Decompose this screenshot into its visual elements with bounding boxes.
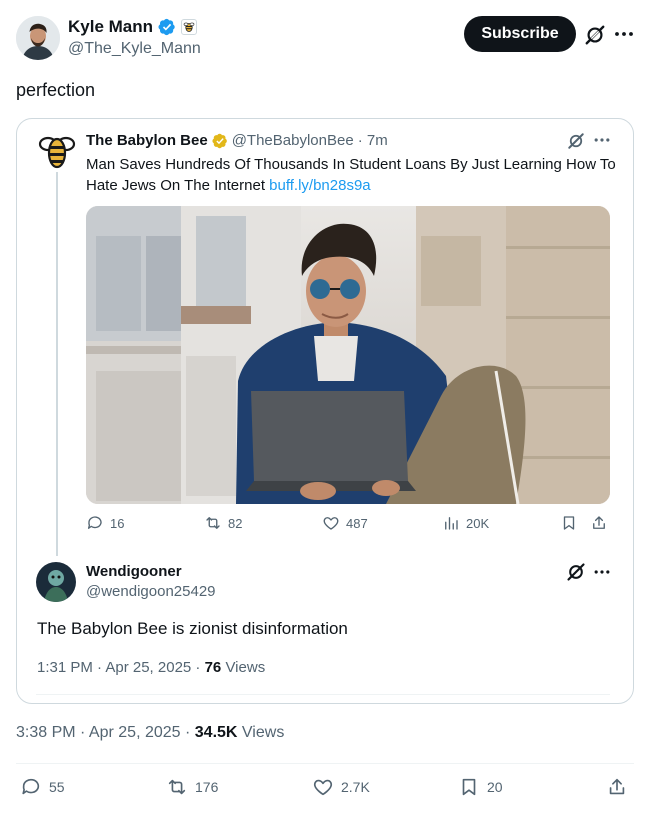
like-icon — [313, 779, 333, 796]
more-icon[interactable] — [612, 22, 636, 46]
share-icon — [609, 778, 625, 795]
babylon-bee-avatar[interactable] — [38, 132, 76, 170]
grok-icon[interactable] — [567, 132, 585, 150]
more-icon[interactable] — [592, 130, 612, 150]
card-divider — [36, 694, 610, 695]
tweet-text: perfection — [16, 80, 96, 100]
retweet-icon — [168, 779, 186, 795]
reply-meta: 1:31 PM · Apr 25, 2025 · 76 Views — [37, 659, 265, 676]
affiliate-bee-badge-icon[interactable] — [181, 19, 198, 35]
tweet-meta: 3:38 PM · Apr 25, 2025 · 34.5K Views — [16, 724, 284, 742]
views-icon — [445, 517, 458, 530]
thread-line — [56, 172, 58, 556]
quoted-header: The Babylon Bee @TheBabylonBee · 7m — [86, 132, 388, 149]
quoted-share-button[interactable] — [590, 514, 608, 532]
quoted-bookmark-button[interactable] — [560, 514, 578, 532]
retweet-count: 176 — [195, 779, 219, 795]
verified-badge-icon — [158, 18, 175, 36]
quoted-text: Man Saves Hundreds Of Thousands In Stude… — [86, 154, 616, 196]
quoted-like-count: 487 — [346, 515, 368, 531]
share-icon — [593, 516, 605, 529]
share-button[interactable] — [606, 776, 628, 798]
author-name-text[interactable]: Kyle Mann — [68, 17, 153, 37]
bookmark-icon — [462, 778, 476, 796]
quoted-author-handle[interactable]: @TheBabylonBee — [232, 132, 354, 149]
subscribe-button[interactable]: Subscribe — [464, 16, 576, 52]
quoted-time[interactable]: · 7m — [358, 132, 388, 149]
reply-author-handle[interactable]: @wendigoon25429 — [86, 583, 216, 600]
quoted-like-button[interactable]: 487 — [322, 514, 368, 532]
quoted-retweet-button[interactable]: 82 — [204, 514, 242, 532]
reply-views-label: Views — [225, 659, 266, 676]
more-icon[interactable] — [592, 562, 612, 582]
tweet-timestamp[interactable]: 3:38 PM · Apr 25, 2025 · — [16, 724, 195, 741]
quoted-retweet-count: 82 — [228, 515, 243, 531]
author-handle[interactable]: @The_Kyle_Mann — [68, 40, 201, 58]
retweet-icon — [206, 517, 220, 529]
bookmark-button[interactable]: 20 — [458, 776, 503, 798]
reply-timestamp[interactable]: 1:31 PM · Apr 25, 2025 · — [37, 659, 205, 676]
tweet-views-label: Views — [241, 724, 285, 741]
quoted-actions-bar: 16 82 487 20K — [86, 514, 616, 538]
author-name[interactable]: Kyle Mann — [68, 17, 198, 37]
bookmark-count: 20 — [487, 779, 503, 795]
retweet-button[interactable]: 176 — [166, 776, 218, 798]
divider — [16, 763, 634, 764]
tweet-views-count: 34.5K — [194, 724, 238, 741]
bookmark-icon — [563, 516, 575, 530]
reply-button[interactable]: 55 — [20, 776, 65, 798]
quoted-link[interactable]: buff.ly/bn28s9a — [269, 177, 370, 194]
tweet-actions-bar: 55 176 2.7K 20 — [16, 776, 634, 802]
reply-count: 55 — [49, 779, 65, 795]
quoted-views-button[interactable]: 20K — [442, 514, 489, 532]
like-icon — [323, 517, 339, 530]
grok-icon[interactable] — [566, 562, 586, 582]
reply-icon — [87, 516, 102, 529]
quoted-author-name[interactable]: The Babylon Bee — [86, 132, 208, 149]
reply-icon — [22, 778, 40, 795]
grok-icon[interactable] — [584, 24, 606, 46]
quoted-views-count: 20K — [466, 515, 490, 531]
reply-author-name[interactable]: Wendigooner — [86, 563, 182, 580]
gold-verified-badge-icon — [212, 133, 227, 148]
reply-text: The Babylon Bee is zionist disinformatio… — [37, 619, 348, 638]
like-count: 2.7K — [341, 779, 370, 795]
like-button[interactable]: 2.7K — [312, 776, 370, 798]
quoted-photo[interactable] — [86, 206, 610, 504]
author-avatar[interactable] — [16, 16, 60, 60]
reply-views-count: 76 — [204, 659, 222, 676]
quoted-reply-count: 16 — [110, 515, 125, 531]
quoted-reply-button[interactable]: 16 — [86, 514, 124, 532]
reply-avatar[interactable] — [36, 562, 76, 602]
